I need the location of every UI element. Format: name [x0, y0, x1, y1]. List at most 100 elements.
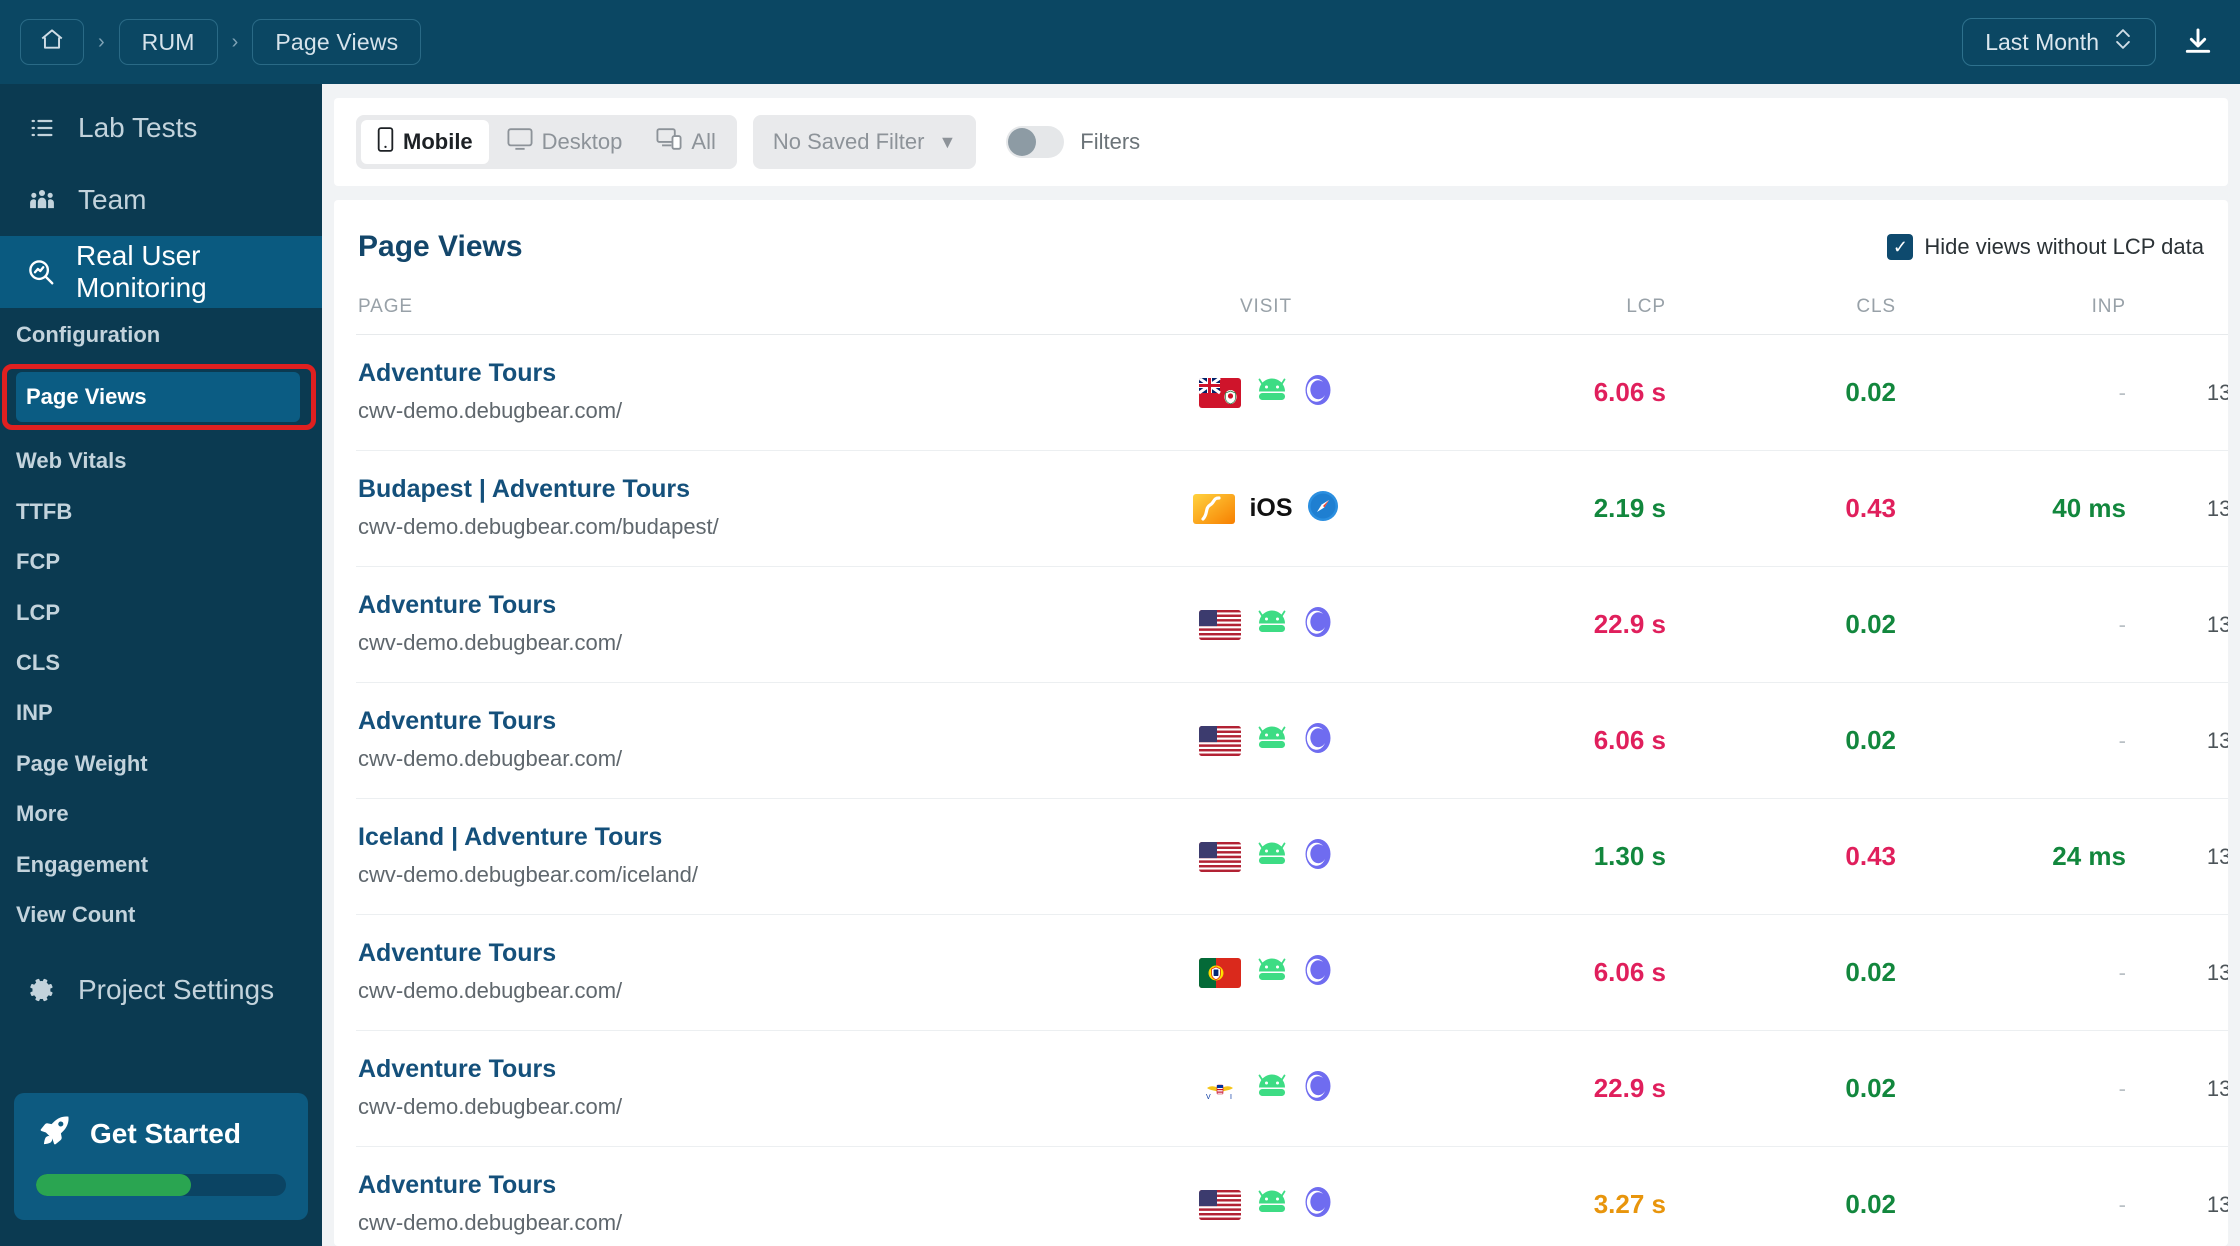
table-row[interactable]: Adventure Tours cwv-demo.debugbear.com/ [356, 914, 2228, 1031]
cell-page: Adventure Tours cwv-demo.debugbear.com/ [356, 1147, 1096, 1246]
cell-cls: 0.02 [1666, 334, 1896, 451]
visit-icon-group [1096, 373, 1436, 412]
sidebar-item-engagement[interactable]: Engagement [0, 840, 322, 890]
android-icon [1255, 377, 1289, 408]
sidebar-item-view-count[interactable]: View Count [0, 890, 322, 940]
gear-icon [26, 976, 58, 1004]
table-header-row: PAGE VISIT LCP CLS INP DATE [356, 290, 2228, 335]
column-header-page[interactable]: PAGE [356, 290, 1096, 335]
svg-text:I: I [1230, 1094, 1232, 1101]
cell-date: 13 August, 15:03 [2126, 682, 2228, 799]
cell-page: Budapest | Adventure Tours cwv-demo.debu… [356, 450, 1096, 567]
download-button[interactable] [2182, 26, 2214, 58]
column-header-date[interactable]: DATE [2126, 290, 2228, 335]
hide-views-checkbox[interactable]: ✓ [1887, 234, 1914, 260]
date-range-selector[interactable]: Last Month [1962, 18, 2156, 66]
page-title-link[interactable]: Adventure Tours [358, 591, 1096, 620]
all-devices-icon [656, 128, 682, 156]
cell-cls: 0.02 [1666, 1030, 1896, 1147]
device-tab-all[interactable]: All [640, 120, 731, 164]
cell-cls: 0.43 [1666, 798, 1896, 915]
cell-visit: V I [1096, 1030, 1436, 1147]
sidebar-item-team[interactable]: Team [0, 164, 322, 236]
filters-toggle[interactable] [1006, 126, 1065, 158]
cell-cls: 0.02 [1845, 1189, 1896, 1219]
page-title-link[interactable]: Adventure Tours [358, 939, 1096, 968]
page-title-link[interactable]: Adventure Tours [358, 1055, 1096, 1084]
filters-toggle-label: Filters [1080, 129, 1141, 154]
breadcrumb-rum[interactable]: RUM [118, 19, 218, 65]
sidebar-item-inp[interactable]: INP [0, 688, 322, 738]
breadcrumb-home[interactable] [20, 19, 84, 65]
sidebar-item-label: Project Settings [78, 974, 275, 1006]
breadcrumb-page-views[interactable]: Page Views [252, 19, 422, 65]
page-title-link[interactable]: Adventure Tours [358, 1171, 1096, 1200]
body: Lab Tests Team Real User Monitoring Conf… [0, 84, 2240, 1246]
cell-lcp: 3.27 s [1593, 1189, 1666, 1219]
breadcrumb-separator: › [231, 30, 239, 53]
page-url: cwv-demo.debugbear.com/ [358, 398, 623, 423]
cell-page: Adventure Tours cwv-demo.debugbear.com/ [356, 682, 1096, 799]
toggle-knob [1008, 128, 1037, 156]
column-header-visit[interactable]: VISIT [1096, 290, 1436, 335]
chevron-updown-icon [2113, 26, 2133, 58]
filter-bar: Mobile Desktop All No Saved Filter ▼ Fil… [334, 98, 2228, 186]
sidebar-item-cls[interactable]: CLS [0, 638, 322, 688]
column-header-inp[interactable]: INP [1896, 290, 2126, 335]
sidebar-item-label: Team [78, 184, 147, 215]
cell-page: Adventure Tours cwv-demo.debugbear.com/ [356, 1030, 1096, 1147]
table-row[interactable]: Adventure Tours cwv-demo.debugbear.com/ [356, 334, 2228, 451]
sidebar-item-fcp[interactable]: FCP [0, 537, 322, 587]
cell-inp: - [1896, 566, 2126, 683]
cell-page: Adventure Tours cwv-demo.debugbear.com/ [356, 334, 1096, 451]
saved-filter-dropdown[interactable]: No Saved Filter ▼ [752, 115, 977, 169]
table-row[interactable]: Adventure Tours cwv-demo.debugbear.com/ [356, 566, 2228, 683]
os-ios-label: iOS [1249, 494, 1293, 522]
page-title-link[interactable]: Iceland | Adventure Tours [358, 823, 1096, 852]
table-row[interactable]: Iceland | Adventure Tours cwv-demo.debug… [356, 798, 2228, 915]
page-title-link[interactable]: Budapest | Adventure Tours [358, 475, 1096, 504]
table-row[interactable]: Adventure Tours cwv-demo.debugbear.com/ [356, 1147, 2228, 1246]
page-title-link[interactable]: Adventure Tours [358, 707, 1096, 736]
device-tab-label: All [691, 129, 716, 154]
table-row[interactable]: Adventure Tours cwv-demo.debugbear.com/ … [356, 1030, 2228, 1147]
cell-cls: 0.02 [1666, 682, 1896, 799]
table-row[interactable]: Budapest | Adventure Tours cwv-demo.debu… [356, 450, 2228, 567]
cell-date: 13 August, 14:39 [2126, 914, 2228, 1031]
get-started-card[interactable]: Get Started [14, 1093, 308, 1220]
table-row[interactable]: Adventure Tours cwv-demo.debugbear.com/ [356, 682, 2228, 799]
sidebar-item-ttfb[interactable]: TTFB [0, 487, 322, 537]
top-bar: › RUM › Page Views Last Month [0, 0, 2240, 84]
android-icon [1255, 609, 1289, 640]
hide-views-without-lcp-control[interactable]: ✓ Hide views without LCP data [1887, 234, 2204, 260]
sidebar-section-configuration: Configuration [16, 322, 161, 347]
sidebar-item-lcp[interactable]: LCP [0, 588, 322, 638]
sidebar-item-real-user-monitoring[interactable]: Real User Monitoring [0, 236, 322, 308]
cell-visit [1096, 682, 1436, 799]
cell-inp: - [1896, 682, 2126, 799]
list-icon [26, 114, 58, 142]
chevron-down-icon: ▼ [938, 131, 957, 152]
sidebar-item-lab-tests[interactable]: Lab Tests [0, 92, 322, 164]
sidebar-item-page-views[interactable]: Page Views [16, 372, 300, 423]
device-tab-desktop[interactable]: Desktop [491, 120, 639, 164]
page-title-link[interactable]: Adventure Tours [358, 359, 1096, 388]
visit-icon-group [1096, 721, 1436, 760]
cell-page: Adventure Tours cwv-demo.debugbear.com/ [356, 914, 1096, 1031]
page-url: cwv-demo.debugbear.com/iceland/ [358, 862, 698, 887]
sidebar-item-label: Lab Tests [78, 112, 198, 143]
search-analytics-icon [26, 257, 56, 287]
cell-visit [1096, 334, 1436, 451]
column-header-lcp[interactable]: LCP [1436, 290, 1666, 335]
column-header-cls[interactable]: CLS [1666, 290, 1896, 335]
sidebar-item-project-settings[interactable]: Project Settings [0, 954, 322, 1026]
sidebar-item-web-vitals[interactable]: Web Vitals [0, 436, 322, 486]
page-views-panel: Page Views ✓ Hide views without LCP data… [334, 200, 2228, 1246]
sidebar-item-more[interactable]: More [0, 789, 322, 839]
cell-cls: 0.02 [1666, 566, 1896, 683]
table-body: Adventure Tours cwv-demo.debugbear.com/ [356, 334, 2228, 1246]
device-tab-mobile[interactable]: Mobile [361, 120, 489, 164]
android-icon [1255, 1189, 1289, 1220]
sidebar-item-page-weight[interactable]: Page Weight [0, 739, 322, 789]
